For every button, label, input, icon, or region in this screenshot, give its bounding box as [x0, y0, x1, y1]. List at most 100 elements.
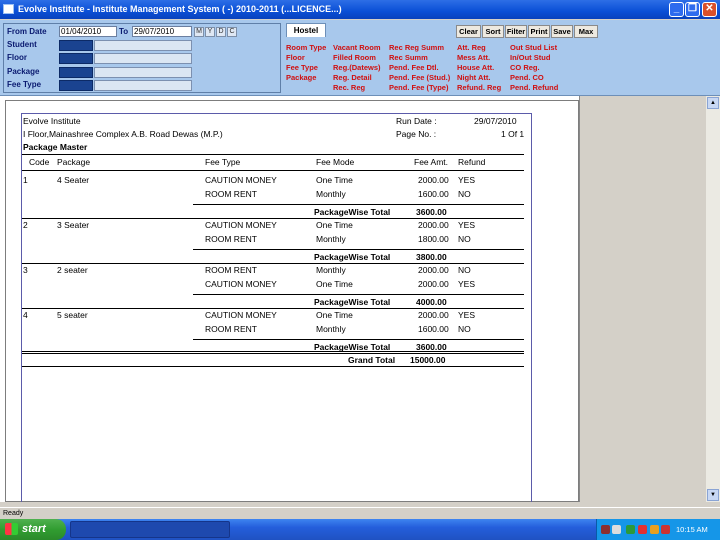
app-icon — [3, 4, 14, 14]
menu-out-stud-list[interactable]: Out Stud List — [510, 43, 557, 52]
subtotal-rule-bottom — [22, 353, 524, 354]
menu-rec-summ[interactable]: Rec Summ — [389, 53, 428, 62]
subtotal-rule-top — [193, 294, 524, 295]
packagewise-total-label: PackageWise Total — [314, 252, 391, 262]
menu-pend-refund[interactable]: Pend. Refund — [510, 83, 558, 92]
refund-cell: YES — [458, 220, 476, 230]
menu-pend-fee-stud[interactable]: Pend. Fee (Stud.) — [389, 73, 450, 82]
fee-amount-cell: 2000.00 — [418, 220, 449, 230]
menu-reg-datews[interactable]: Reg.(Datews) — [333, 63, 381, 72]
refund-cell: NO — [458, 324, 471, 334]
menu-rec-reg-summ[interactable]: Rec Reg Summ — [389, 43, 444, 52]
fee-type-cell: ROOM RENT — [205, 324, 257, 334]
fee-type-cell: CAUTION MONEY — [205, 310, 277, 320]
fee-type-cell: CAUTION MONEY — [205, 279, 277, 289]
minimize-button[interactable]: _ — [669, 2, 684, 17]
menu-fee-type[interactable]: Fee Type — [286, 63, 318, 72]
subtotal-rule-top — [193, 249, 524, 250]
packagewise-total-value: 4000.00 — [416, 297, 447, 307]
subtotal-rule-bottom — [22, 218, 524, 219]
subtotal-rule-bottom — [22, 263, 524, 264]
menu-refund-reg[interactable]: Refund. Reg — [457, 83, 501, 92]
menu-filled-room[interactable]: Filled Room — [333, 53, 376, 62]
maximize-button[interactable]: ❐ — [685, 2, 700, 17]
grand-total-label: Grand Total — [348, 355, 396, 365]
scroll-up-button[interactable]: ▲ — [707, 97, 719, 109]
menu-att-reg[interactable]: Att. Reg — [457, 43, 486, 52]
menu-night-att[interactable]: Night Att. — [457, 73, 490, 82]
fee-amount-cell: 2000.00 — [418, 265, 449, 275]
custom-button[interactable]: C — [227, 27, 237, 37]
package-name-input[interactable] — [94, 67, 192, 78]
tray-security-icon[interactable] — [661, 525, 670, 534]
refund-cell: YES — [458, 310, 476, 320]
menu-floor[interactable]: Floor — [286, 53, 305, 62]
run-date-value: 29/07/2010 — [474, 116, 517, 126]
menu-rec-reg[interactable]: Rec. Reg — [333, 83, 365, 92]
scroll-down-button[interactable]: ▼ — [707, 489, 719, 501]
tray-clock-icon[interactable] — [650, 525, 659, 534]
package-name: 4 Seater — [57, 175, 90, 185]
packagewise-total-value: 3600.00 — [416, 207, 447, 217]
package-name: 5 seater — [57, 310, 88, 320]
max-button[interactable]: Max — [574, 25, 598, 38]
close-button[interactable]: ✕ — [702, 2, 717, 17]
fee-type-name-input[interactable] — [94, 80, 192, 91]
year-button[interactable]: Y — [205, 27, 215, 37]
package-code-input[interactable] — [59, 67, 93, 78]
tray-antivirus-icon[interactable] — [638, 525, 647, 534]
from-date-input[interactable]: 01/04/2010 — [59, 26, 117, 37]
fee-type-code-input[interactable] — [59, 80, 93, 91]
menu-in-out-stud[interactable]: In/Out Stud — [510, 53, 550, 62]
package-code: 3 — [23, 265, 28, 275]
menu-vacant-room[interactable]: Vacant Room — [333, 43, 381, 52]
packagewise-total-label: PackageWise Total — [314, 297, 391, 307]
fee-mode-cell: Monthly — [316, 324, 346, 334]
menu-house-att[interactable]: House Att. — [457, 63, 494, 72]
tray-network-icon[interactable] — [612, 525, 621, 534]
filter-form: From Date 01/04/2010 To 29/07/2010 M Y D… — [3, 23, 281, 93]
menu-pend-fee-type[interactable]: Pend. Fee (Type) — [389, 83, 448, 92]
fee-type-cell: ROOM RENT — [205, 189, 257, 199]
month-button[interactable]: M — [194, 27, 204, 37]
tab-hostel[interactable]: Hostel — [286, 23, 326, 37]
menu-room-type[interactable]: Room Type — [286, 43, 326, 52]
packagewise-total-value: 3800.00 — [416, 252, 447, 262]
fee-type-cell: CAUTION MONEY — [205, 220, 277, 230]
menu-mess-att[interactable]: Mess Att. — [457, 53, 490, 62]
day-button[interactable]: D — [216, 27, 226, 37]
tray-refresh-icon[interactable] — [626, 525, 635, 534]
menu-pend-co[interactable]: Pend. CO — [510, 73, 544, 82]
col-fee-type: Fee Type — [205, 157, 241, 167]
col-fee-amt: Fee Amt. — [414, 157, 449, 167]
refund-cell: NO — [458, 234, 471, 244]
fee-mode-cell: One Time — [316, 220, 353, 230]
fee-type-cell: ROOM RENT — [205, 265, 257, 275]
fee-mode-cell: One Time — [316, 310, 353, 320]
menu-package[interactable]: Package — [286, 73, 316, 82]
student-code-input[interactable] — [59, 40, 93, 51]
vertical-scrollbar[interactable]: ▲ ▼ — [706, 96, 720, 502]
floor-code-input[interactable] — [59, 53, 93, 64]
floor-name-input[interactable] — [94, 53, 192, 64]
sort-button[interactable]: Sort — [482, 25, 504, 38]
taskbar-app-button[interactable] — [70, 521, 230, 538]
menu-pend-fee-dtl[interactable]: Pend. Fee Dtl. — [389, 63, 439, 72]
tray-app-icon[interactable] — [601, 525, 610, 534]
print-button[interactable]: Print — [528, 25, 550, 38]
header-rule-bottom — [22, 170, 524, 171]
menu-co-reg[interactable]: CO Reg. — [510, 63, 540, 72]
fee-amount-cell: 2000.00 — [418, 310, 449, 320]
to-date-input[interactable]: 29/07/2010 — [132, 26, 192, 37]
clear-button[interactable]: Clear — [456, 25, 481, 38]
student-name-input[interactable] — [94, 40, 192, 51]
package-name: 3 Seater — [57, 220, 90, 230]
package-code: 2 — [23, 220, 28, 230]
from-date-label: From Date — [7, 27, 47, 36]
filter-button[interactable]: Filter — [505, 25, 527, 38]
institute-address: I Floor,Mainashree Complex A.B. Road Dew… — [23, 129, 223, 139]
subtotal-rule-top — [193, 339, 524, 340]
save-button[interactable]: Save — [551, 25, 573, 38]
menu-reg-detail[interactable]: Reg. Detail — [333, 73, 372, 82]
fee-amount-cell: 1800.00 — [418, 234, 449, 244]
